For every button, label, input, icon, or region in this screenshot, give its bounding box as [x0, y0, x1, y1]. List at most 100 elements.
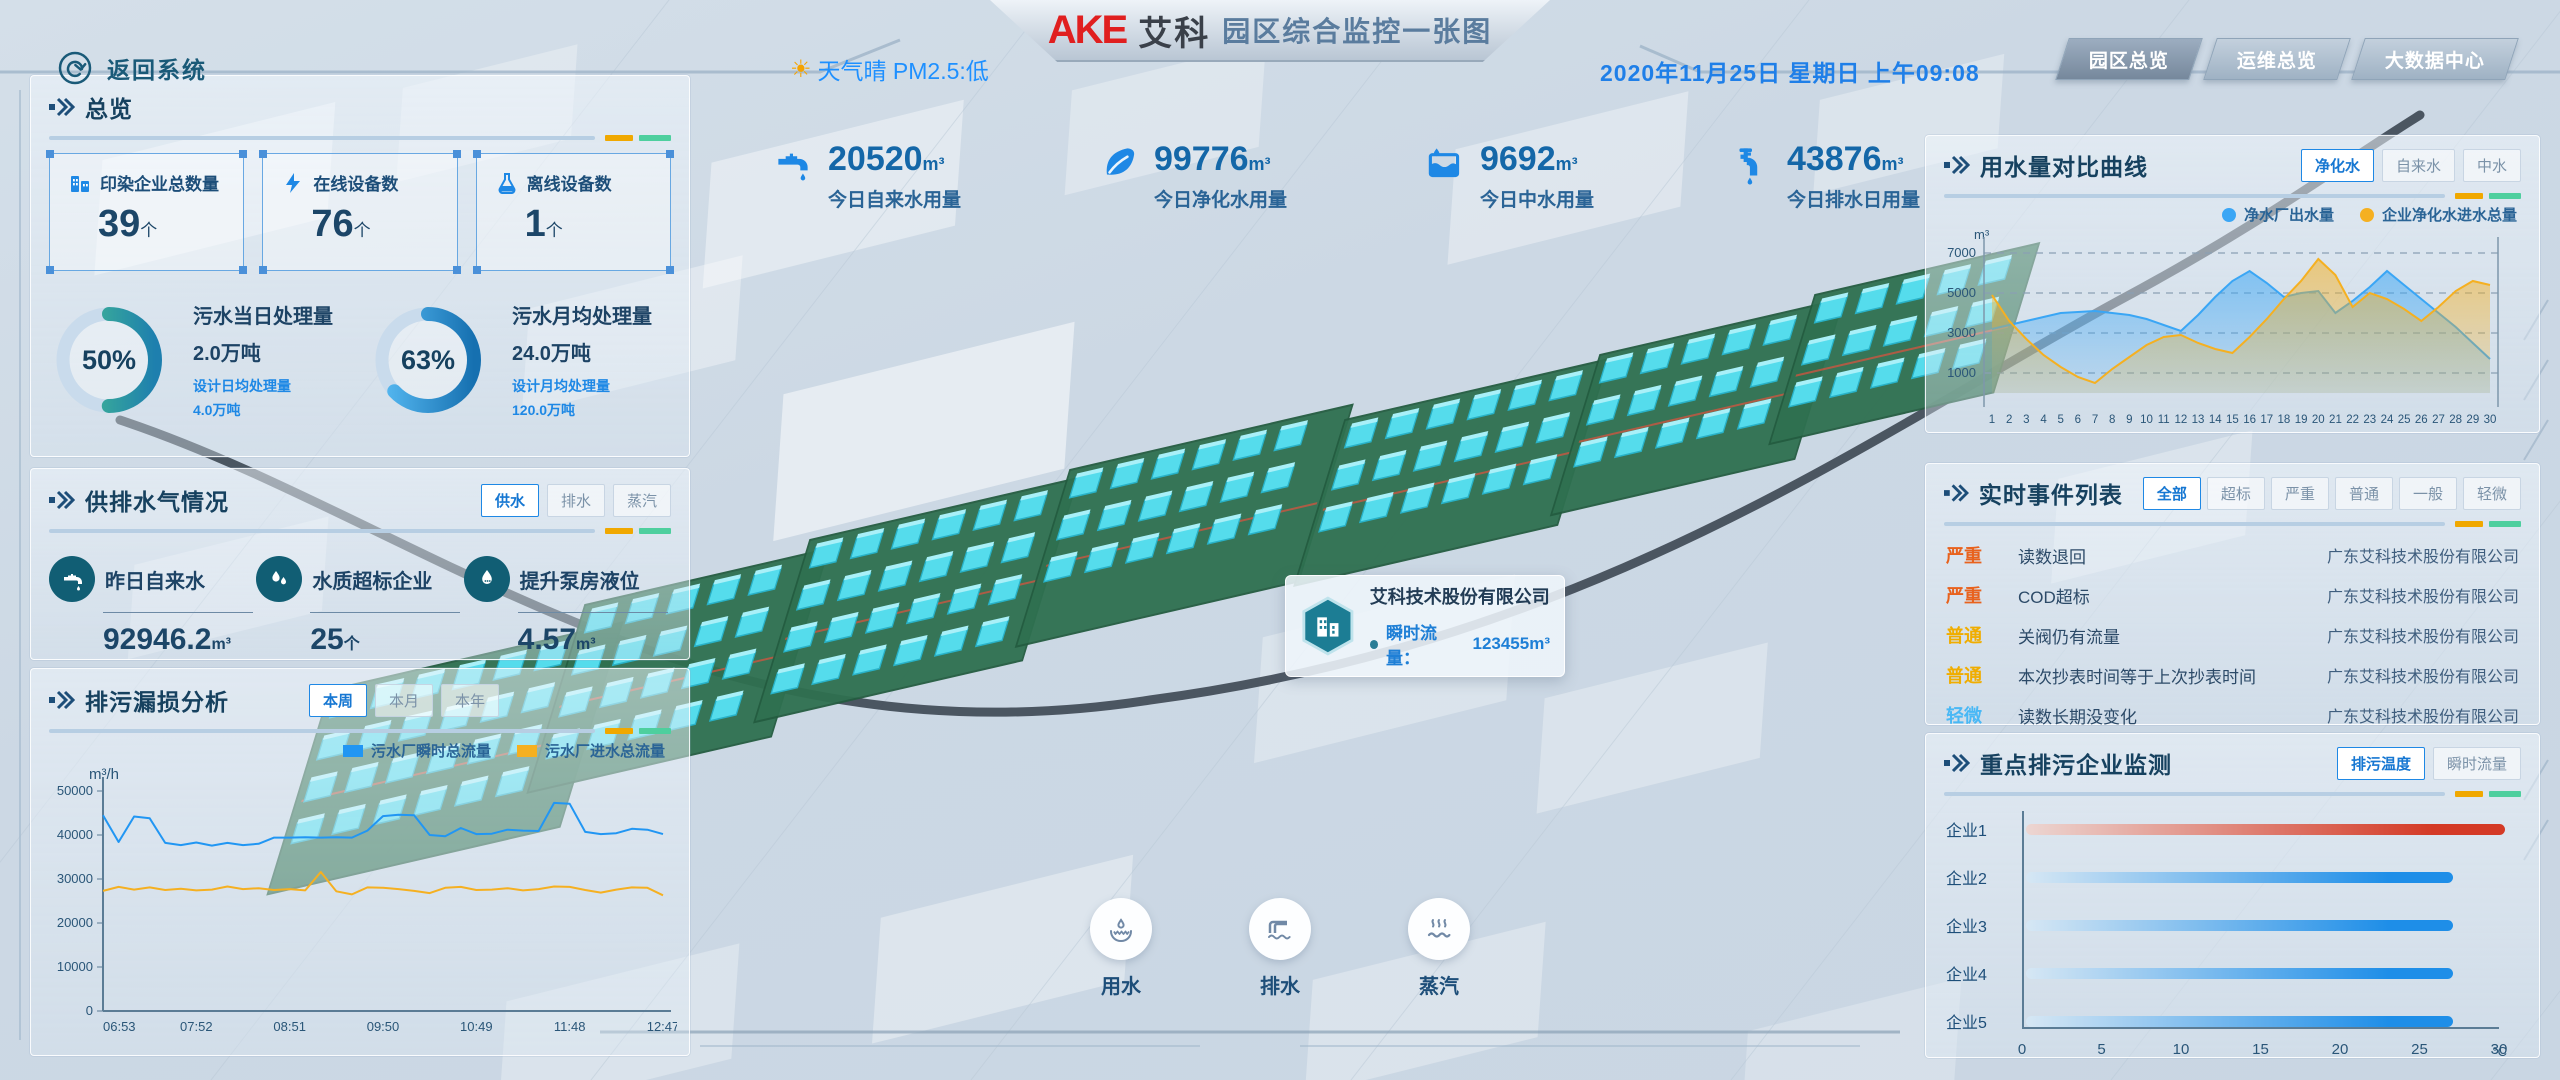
event-row-5[interactable]: 轻微读数长期没变化广东艾科技术股份有限公司: [1946, 695, 2519, 735]
pollution-bar-track: [2026, 968, 2513, 979]
compare-tab-3[interactable]: 中水: [2463, 149, 2521, 182]
layer-button-3[interactable]: 蒸汽: [1408, 898, 1470, 999]
bullet-dot-icon: [1370, 640, 1378, 649]
gauge-value: 24.0万吨: [512, 337, 652, 366]
event-filter-6[interactable]: 轻微: [2463, 477, 2521, 510]
pollution-company-label: 企业3: [1946, 913, 2012, 937]
reclaimed-water-icon: [1422, 140, 1468, 186]
company-map-tooltip[interactable]: 艾科技术股份有限公司 瞬时流量： 123455m³: [1285, 575, 1565, 677]
event-company: 广东艾科技术股份有限公司: [2327, 703, 2519, 727]
supply-tab-2[interactable]: 排水: [547, 484, 605, 517]
legend-dot-icon: [2222, 208, 2236, 222]
supply-icon-circle: [464, 556, 510, 602]
corner-mark: [453, 150, 461, 158]
svg-text:50000: 50000: [57, 783, 93, 798]
event-description: 读数长期没变化: [2018, 703, 2327, 728]
corner-mark: [473, 150, 481, 158]
back-arrow-icon: [55, 48, 95, 88]
supply-item-1: 昨日自来水92946.2m³: [49, 556, 256, 657]
layer-button-2[interactable]: 排水: [1249, 898, 1311, 999]
svg-text:23: 23: [2363, 414, 2376, 425]
today-stat-text: 20520m³今日自来水用量: [828, 140, 961, 212]
legend-label: 污水厂瞬时总流量: [371, 740, 491, 761]
today-stat-value: 99776: [1154, 140, 1249, 178]
event-filters: 全部超标严重普通一般轻微: [2143, 477, 2521, 510]
axis-tick: 10: [2173, 1041, 2190, 1058]
event-filter-3[interactable]: 严重: [2271, 477, 2329, 510]
compare-tab-2[interactable]: 自来水: [2382, 149, 2455, 182]
leakage-tab-3[interactable]: 本年: [441, 684, 499, 717]
faucet-icon: [59, 566, 85, 592]
svg-text:29: 29: [2466, 414, 2479, 425]
nav-tab-3[interactable]: 大数据中心: [2351, 38, 2519, 80]
stat-card-unit: 个: [140, 221, 157, 240]
compare-tabs: 净化水自来水中水: [2301, 149, 2521, 182]
overview-panel: 总览 印染企业总数量39个在线设备数76个离线设备数1个 50%污水当日处理量2…: [30, 75, 690, 457]
axis-tick: 5: [2097, 1041, 2105, 1058]
corner-mark: [259, 266, 267, 274]
today-stat-label: 今日中水用量: [1480, 185, 1594, 212]
gauge-label: 污水月均处理量: [512, 300, 652, 329]
layer-button-1[interactable]: 用水: [1090, 898, 1152, 999]
water-drops-icon: [266, 566, 292, 592]
water-compare-panel: 用水量对比曲线 净化水自来水中水 净水厂出水量企业净化水进水总量 m³10003…: [1925, 135, 2540, 433]
gauge-ring-2: 63%: [360, 285, 496, 435]
back-to-system-button[interactable]: 返回系统: [55, 48, 207, 88]
compare-tab-1[interactable]: 净化水: [2301, 149, 2374, 182]
svg-text:8: 8: [2109, 414, 2115, 425]
supply-item-3: 提升泵房液位4.57m³: [464, 556, 671, 657]
event-row-3[interactable]: 普通关阀仍有流量广东艾科技术股份有限公司: [1946, 615, 2519, 655]
supply-item-label: 水质超标企业: [312, 565, 432, 594]
stat-card-1: 印染企业总数量39个: [49, 153, 244, 271]
svg-text:21: 21: [2329, 414, 2342, 425]
layer-button-circle: [1408, 898, 1470, 960]
pollution-tab-1[interactable]: 排污温度: [2337, 747, 2425, 780]
event-filter-1[interactable]: 全部: [2143, 477, 2201, 510]
supply-tab-3[interactable]: 蒸汽: [613, 484, 671, 517]
divider: [49, 727, 671, 734]
stat-card-label: 在线设备数: [313, 170, 398, 195]
stat-card-unit: 个: [354, 221, 371, 240]
event-company: 广东艾科技术股份有限公司: [2327, 543, 2519, 567]
gauge-text-2: 污水月均处理量24.0万吨设计月均处理量120.0万吨: [512, 300, 652, 420]
supply-item-top: 水质超标企业: [256, 556, 463, 602]
stat-card-header: 离线设备数: [495, 170, 670, 195]
underline: [518, 612, 668, 613]
legend-item: 污水厂进水总流量: [517, 740, 665, 761]
pollution-tabs: 排污温度瞬时流量: [2337, 747, 2521, 780]
underline: [103, 612, 253, 613]
svg-text:13: 13: [2192, 414, 2205, 425]
stat-card-value: 76: [311, 203, 353, 245]
nav-tab-2[interactable]: 运维总览: [2203, 38, 2351, 80]
stat-card-2: 在线设备数 76个: [262, 153, 457, 271]
leakage-title: 排污漏损分析: [85, 683, 229, 717]
legend-dot-icon: [2360, 208, 2374, 222]
gauge-ring-1: 50%: [41, 285, 177, 435]
supply-tab-1[interactable]: 供水: [481, 484, 539, 517]
axis-tick: 15: [2252, 1041, 2269, 1058]
event-row-1[interactable]: 严重读数退回广东艾科技术股份有限公司: [1946, 535, 2519, 575]
event-filter-5[interactable]: 一般: [2399, 477, 2457, 510]
map-layer-buttons: 用水排水蒸汽: [1090, 898, 1470, 999]
svg-text:14: 14: [2209, 414, 2222, 425]
section-arrow-icon: [49, 96, 75, 118]
supply-item-value: 25个: [310, 623, 463, 657]
nav-tab-1[interactable]: 园区总览: [2055, 38, 2203, 80]
event-row-2[interactable]: 严重COD超标广东艾科技术股份有限公司: [1946, 575, 2519, 615]
leakage-tab-1[interactable]: 本周: [309, 684, 367, 717]
today-stat-text: 9692m³今日中水用量: [1480, 140, 1594, 212]
stat-card-value-row: 39个: [98, 203, 243, 246]
leakage-tab-2[interactable]: 本月: [375, 684, 433, 717]
event-filter-2[interactable]: 超标: [2207, 477, 2265, 510]
supply-item-2: 水质超标企业 25个: [256, 556, 463, 657]
svg-text:5000: 5000: [1947, 285, 1976, 300]
overview-title: 总览: [85, 90, 133, 124]
event-filter-4[interactable]: 普通: [2335, 477, 2393, 510]
event-row-4[interactable]: 普通本次抄表时间等于上次抄表时间广东艾科技术股份有限公司: [1946, 655, 2519, 695]
svg-text:10: 10: [2140, 414, 2153, 425]
pollution-tab-2[interactable]: 瞬时流量: [2433, 747, 2521, 780]
datetime-display: 2020年11月25日 星期日 上午09:08: [1600, 54, 1980, 88]
svg-text:08:51: 08:51: [273, 1019, 306, 1034]
corner-mark: [453, 266, 461, 274]
compare-title: 用水量对比曲线: [1980, 148, 2148, 182]
